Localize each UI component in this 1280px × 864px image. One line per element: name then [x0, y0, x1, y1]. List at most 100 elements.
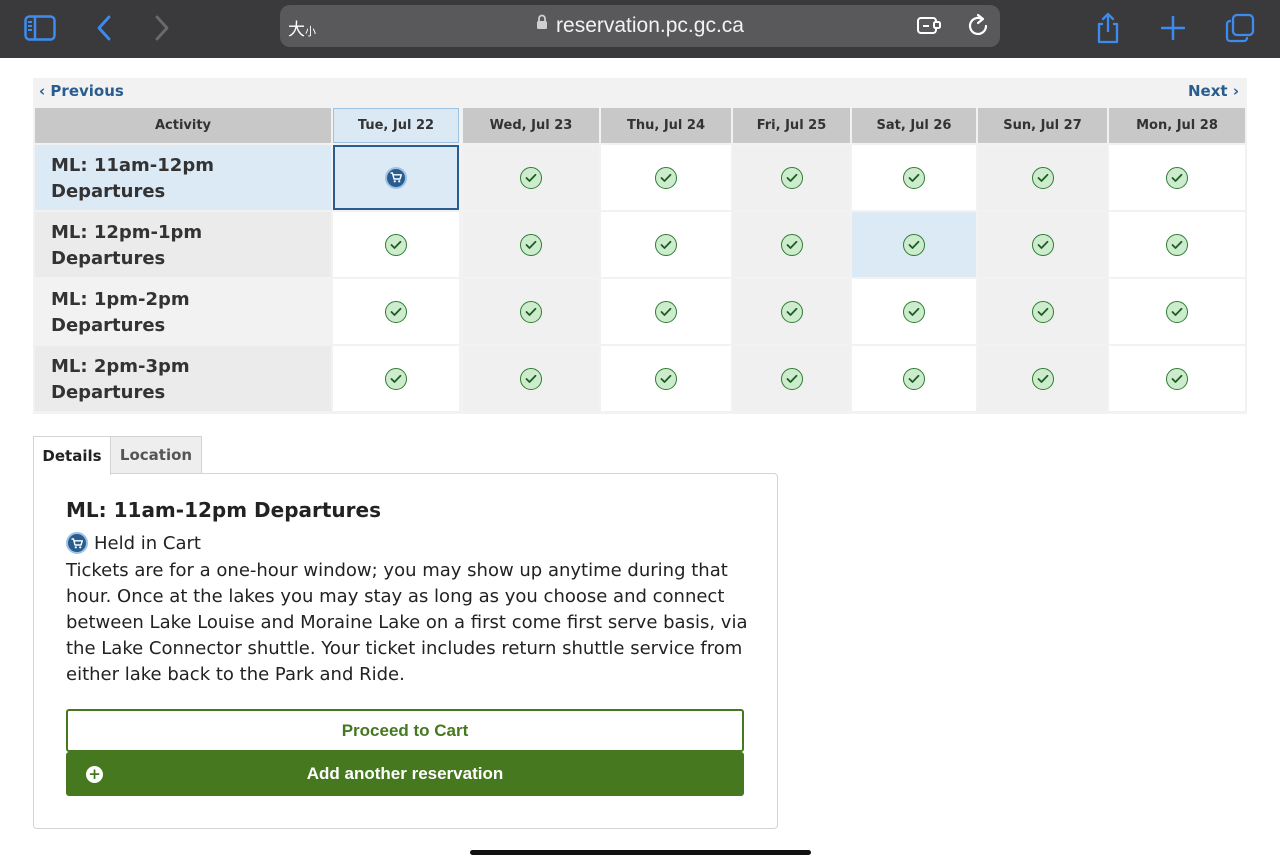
availability-cell[interactable] [463, 145, 599, 210]
cart-status-label: Held in Cart [94, 532, 201, 554]
activity-name: ML: 1pm-2pm [51, 289, 190, 310]
cart-icon [385, 166, 407, 189]
availability-cell[interactable] [978, 212, 1107, 277]
day-header: Thu, Jul 24 [601, 108, 731, 143]
availability-cell[interactable] [733, 145, 850, 210]
availability-cell[interactable] [601, 145, 731, 210]
day-header: Sat, Jul 26 [852, 108, 976, 143]
available-check-icon [385, 233, 407, 256]
activity-name: ML: 11am-12pm [51, 155, 214, 176]
home-indicator [470, 850, 811, 855]
availability-cell[interactable] [333, 346, 459, 411]
cart-icon [66, 532, 88, 554]
details-description: Tickets are for a one-hour window; you m… [66, 560, 748, 685]
address-bar[interactable]: 大小 reservation.pc.gc.ca [280, 5, 1000, 47]
activity-row-label: ML: 2pm-3pm Departures [35, 346, 331, 411]
availability-cell[interactable] [463, 346, 599, 411]
availability-cell[interactable] [1109, 346, 1245, 411]
availability-cell[interactable] [601, 346, 731, 411]
available-check-icon [655, 367, 677, 390]
availability-cell[interactable] [463, 212, 599, 277]
availability-cell[interactable] [333, 212, 459, 277]
sidebar-icon[interactable] [20, 10, 60, 46]
tab-details[interactable]: Details [33, 436, 111, 475]
availability-cell[interactable] [978, 145, 1107, 210]
available-check-icon [655, 166, 677, 189]
previous-label: Previous [50, 82, 124, 100]
availability-cell[interactable] [852, 346, 976, 411]
day-header: Wed, Jul 23 [463, 108, 599, 143]
available-check-icon [903, 367, 925, 390]
available-check-icon [1166, 367, 1188, 390]
day-header: Fri, Jul 25 [733, 108, 850, 143]
share-icon[interactable] [1088, 10, 1128, 46]
available-check-icon [1166, 166, 1188, 189]
activity-name: ML: 2pm-3pm [51, 356, 190, 377]
activity-name: ML: 12pm-1pm [51, 222, 203, 243]
availability-cell[interactable] [601, 279, 731, 344]
available-check-icon [1031, 166, 1054, 189]
new-tab-icon[interactable] [1153, 10, 1193, 46]
availability-cell[interactable] [463, 279, 599, 344]
availability-calendar: ‹ Previous Next › Activity Tue, Jul 22 We… [33, 78, 1247, 414]
add-another-reservation-button[interactable]: + Add another reservation [66, 752, 744, 796]
available-check-icon [520, 300, 542, 323]
activity-subtitle: Departures [51, 248, 166, 269]
reload-icon[interactable] [968, 13, 990, 41]
availability-cell[interactable] [601, 212, 731, 277]
cart-status: Held in Cart [66, 532, 201, 554]
available-check-icon [655, 300, 677, 323]
availability-cell[interactable] [852, 145, 976, 210]
available-check-icon [903, 300, 925, 323]
next-link[interactable]: Next › [1188, 82, 1239, 100]
available-check-icon [780, 233, 803, 256]
tabs-overview-icon[interactable] [1220, 10, 1260, 46]
day-header: Sun, Jul 27 [978, 108, 1107, 143]
day-header: Mon, Jul 28 [1109, 108, 1245, 143]
calendar-nav: ‹ Previous Next › [33, 78, 1247, 106]
availability-cell[interactable] [733, 346, 850, 411]
activity-subtitle: Departures [51, 382, 166, 403]
extension-icon[interactable] [916, 14, 942, 40]
availability-cell[interactable] [852, 279, 976, 344]
availability-cell[interactable] [852, 212, 976, 277]
available-check-icon [520, 233, 542, 256]
day-header: Tue, Jul 22 [333, 108, 459, 143]
details-panel: ML: 11am-12pm Departures Held in Cart Ti… [33, 473, 778, 829]
available-check-icon [780, 367, 803, 390]
available-check-icon [1166, 233, 1188, 256]
availability-cell[interactable] [978, 279, 1107, 344]
back-icon[interactable] [84, 10, 124, 46]
url-display[interactable]: reservation.pc.gc.ca [280, 14, 1000, 38]
availability-cell[interactable] [1109, 145, 1245, 210]
available-check-icon [903, 166, 925, 189]
chevron-right-icon: › [1232, 82, 1239, 100]
availability-cell[interactable] [333, 145, 459, 210]
available-check-icon [655, 233, 677, 256]
available-check-icon [385, 367, 407, 390]
availability-cell[interactable] [333, 279, 459, 344]
available-check-icon [520, 367, 542, 390]
availability-cell[interactable] [1109, 212, 1245, 277]
plus-circle-icon: + [86, 766, 103, 783]
available-check-icon [520, 166, 542, 189]
proceed-to-cart-button[interactable]: Proceed to Cart [66, 709, 744, 752]
available-check-icon [780, 300, 803, 323]
availability-cell[interactable] [978, 346, 1107, 411]
forward-icon[interactable] [142, 10, 182, 46]
available-check-icon [903, 233, 925, 256]
tab-location[interactable]: Location [110, 436, 202, 474]
availability-cell[interactable] [733, 279, 850, 344]
chevron-left-icon: ‹ [39, 82, 46, 100]
activity-column-header: Activity [35, 108, 331, 143]
available-check-icon [385, 300, 407, 323]
details-title: ML: 11am-12pm Departures [66, 498, 381, 522]
available-check-icon [1031, 233, 1054, 256]
availability-cell[interactable] [733, 212, 850, 277]
available-check-icon [780, 166, 803, 189]
availability-cell[interactable] [1109, 279, 1245, 344]
lock-icon [536, 12, 548, 36]
activity-row-label: ML: 1pm-2pm Departures [35, 279, 331, 344]
previous-link[interactable]: ‹ Previous [39, 82, 124, 100]
url-text: reservation.pc.gc.ca [556, 14, 744, 37]
